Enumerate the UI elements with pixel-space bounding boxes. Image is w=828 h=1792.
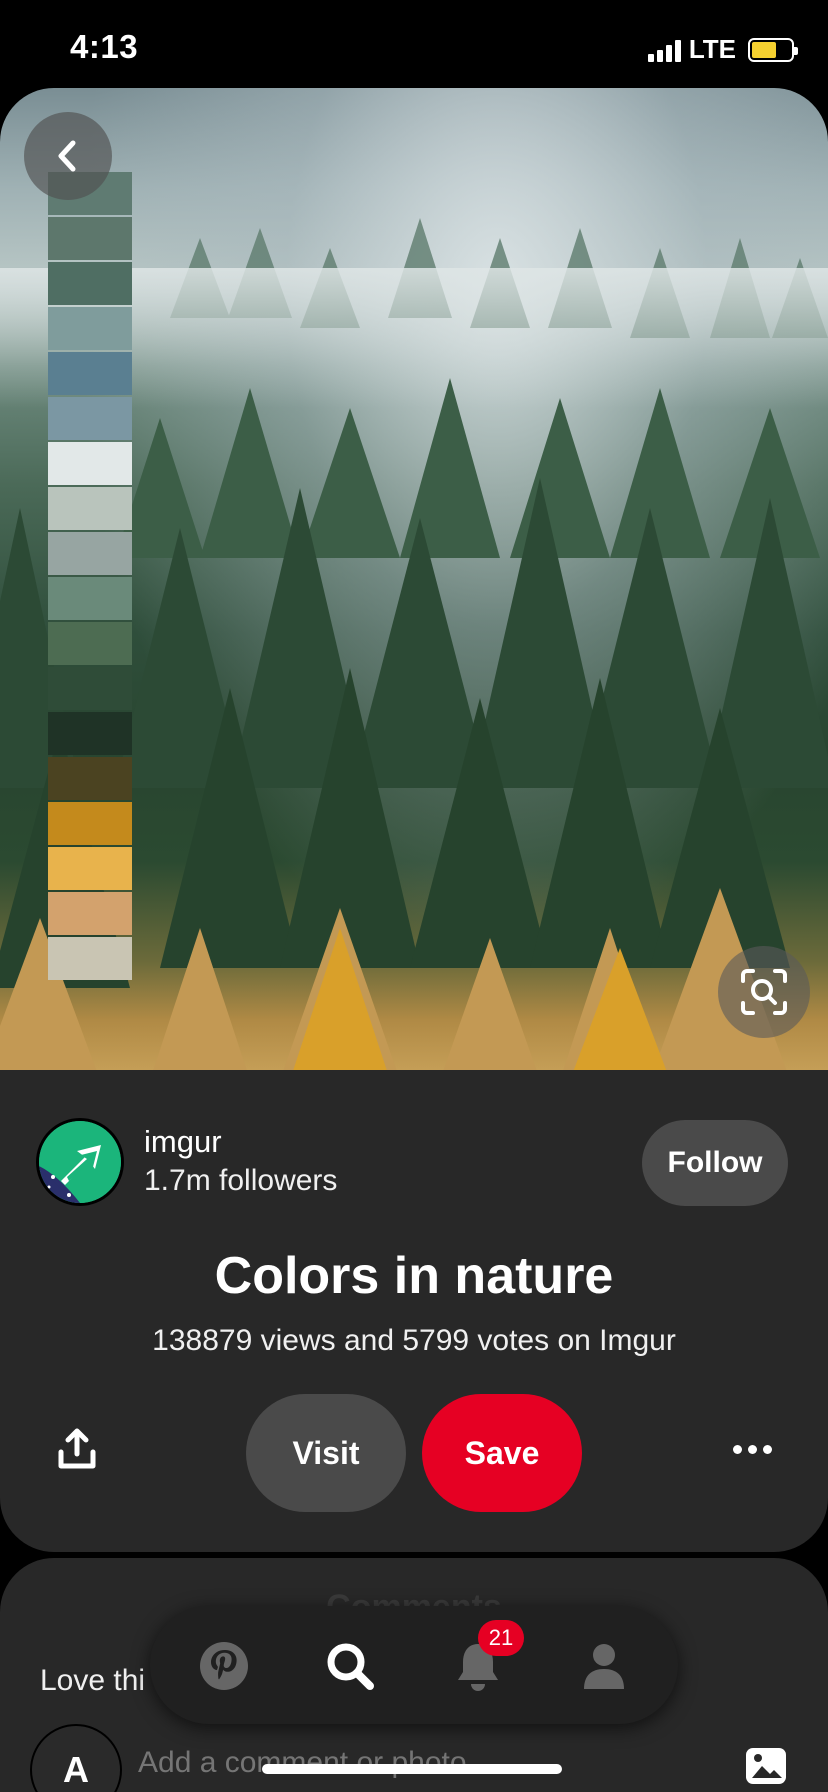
status-time: 4:13 <box>70 28 139 65</box>
pin-title: Colors in nature <box>214 1247 614 1305</box>
palette-swatch <box>48 937 132 980</box>
imgur-logo-icon <box>39 1121 121 1203</box>
pin-description: 138879 views and 5799 votes on Imgur <box>152 1324 676 1357</box>
palette-swatch <box>48 487 132 530</box>
creator-avatar[interactable] <box>36 1118 124 1206</box>
nav-home[interactable] <box>194 1636 254 1696</box>
comment-preview: Love thi <box>40 1664 146 1697</box>
palette-swatch <box>48 622 132 665</box>
palette-swatch <box>48 577 132 620</box>
color-palette <box>48 172 132 982</box>
palette-swatch <box>48 847 132 890</box>
search-icon <box>327 1643 374 1690</box>
palette-swatch <box>48 667 132 710</box>
home-indicator <box>262 1764 562 1774</box>
share-button[interactable] <box>48 1420 106 1478</box>
palette-swatch <box>48 892 132 935</box>
palette-swatch <box>48 712 132 755</box>
palette-swatch <box>48 352 132 395</box>
network-label: LTE <box>688 34 736 64</box>
pin-image[interactable] <box>0 88 828 1080</box>
palette-swatch <box>48 217 132 260</box>
add-photo-button[interactable] <box>744 1744 788 1788</box>
dot-icon <box>762 1444 772 1454</box>
status-bar: 4:13 LTE <box>0 0 828 88</box>
notification-badge: 21 <box>478 1620 524 1656</box>
palette-swatch <box>48 262 132 305</box>
visit-button[interactable]: Visit <box>246 1394 406 1512</box>
back-button[interactable] <box>24 112 112 200</box>
palette-swatch <box>48 802 132 845</box>
bottom-nav: 21 <box>150 1606 678 1724</box>
pinterest-logo-icon <box>200 1642 248 1690</box>
pin-info-card: imgur 1.7m followers Follow Colors in na… <box>0 1070 828 1552</box>
save-button[interactable]: Save <box>422 1394 582 1512</box>
comment-input[interactable] <box>138 1746 658 1780</box>
follow-button[interactable]: Follow <box>642 1120 788 1206</box>
image-icon <box>746 1748 786 1784</box>
dot-icon <box>747 1444 757 1454</box>
nav-search[interactable] <box>320 1636 380 1696</box>
nav-profile[interactable] <box>574 1636 634 1696</box>
visual-search-button[interactable] <box>718 946 810 1038</box>
creator-followers: 1.7m followers <box>144 1164 338 1197</box>
signal-icon <box>647 38 681 62</box>
lens-search-icon <box>741 969 787 1015</box>
palette-swatch <box>48 307 132 350</box>
status-indicators: LTE <box>647 34 798 65</box>
more-options-button[interactable] <box>724 1426 780 1472</box>
battery-icon <box>748 37 798 62</box>
palette-swatch <box>48 757 132 800</box>
chevron-left-icon <box>58 140 76 172</box>
palette-swatch <box>48 532 132 575</box>
person-icon <box>584 1644 624 1689</box>
share-icon <box>58 1428 96 1469</box>
palette-swatch <box>48 397 132 440</box>
dot-icon <box>732 1444 742 1454</box>
palette-swatch <box>48 442 132 485</box>
user-avatar[interactable]: A <box>30 1724 122 1792</box>
nav-notifications[interactable]: 21 <box>448 1620 524 1696</box>
creator-name[interactable]: imgur <box>144 1124 222 1160</box>
